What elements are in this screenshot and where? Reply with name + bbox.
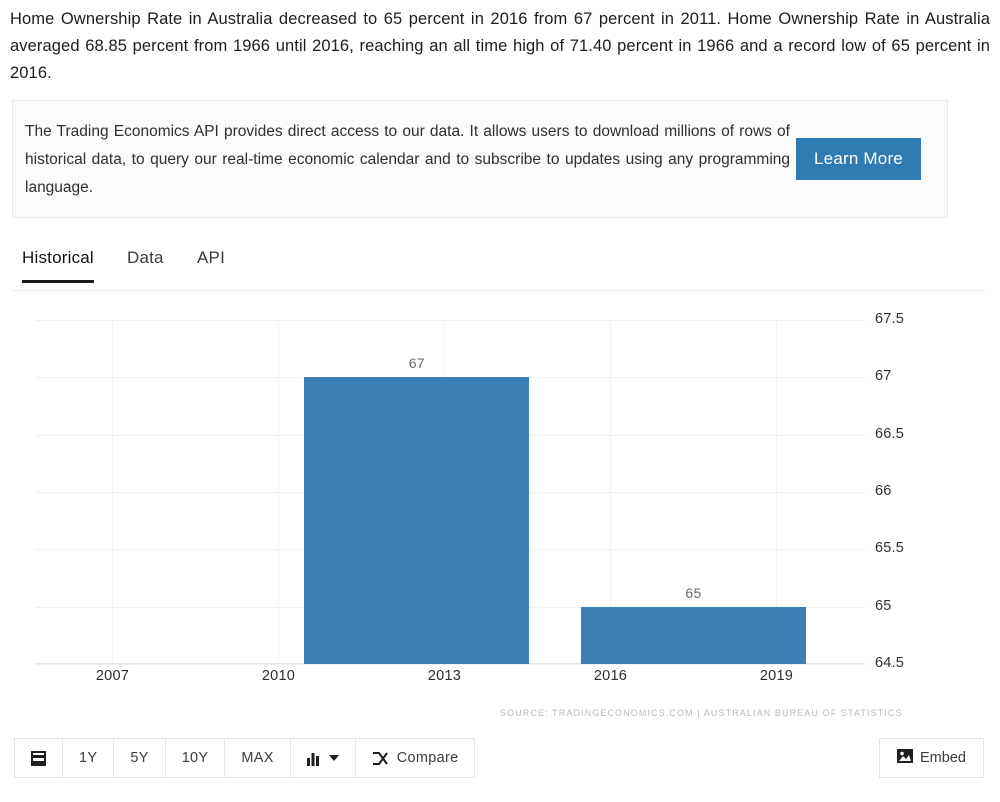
bar-chart-icon (306, 751, 324, 766)
range-button-1y[interactable]: 1Y (63, 739, 115, 777)
shuffle-icon (372, 751, 389, 766)
tab-bar: Historical Data API (12, 248, 985, 291)
chart-gridline-h (35, 664, 865, 665)
api-promo-text: The Trading Economics API provides direc… (25, 123, 790, 196)
chart-source-note: SOURCE: TRADINGECONOMICS.COM | AUSTRALIA… (500, 708, 903, 718)
chart-bar[interactable] (304, 377, 530, 664)
chart-y-tick-label: 65.5 (875, 540, 905, 557)
chart-x-tick-label: 2016 (593, 668, 627, 684)
chevron-down-icon (328, 754, 339, 762)
range-button-10y[interactable]: 10Y (165, 739, 226, 777)
chart-x-tick-label: 2010 (261, 668, 295, 684)
tab-data[interactable]: Data (127, 248, 164, 280)
chart-y-tick-label: 67.5 (875, 311, 905, 327)
calendar-icon (31, 750, 46, 766)
chart-x-tick-label: 2013 (427, 668, 461, 684)
chart-gridline-v (278, 320, 280, 664)
range-button-max[interactable]: MAX (225, 739, 291, 777)
chart-y-tick-label: 66 (875, 483, 892, 499)
chart-x-tick-label: 2019 (759, 668, 793, 684)
chart-plot-area[interactable]: 67 65 (35, 320, 865, 665)
api-promo-box: The Trading Economics API provides direc… (12, 100, 948, 218)
tab-api[interactable]: API (197, 248, 225, 280)
chart-y-tick-label: 66.5 (875, 425, 905, 442)
chart-toolbar: 1Y 5Y 10Y MAX Compare (14, 738, 476, 778)
chart-bar-value-label: 65 (685, 584, 702, 601)
chart-y-tick-label: 65 (875, 597, 892, 614)
calendar-range-button[interactable] (15, 739, 63, 777)
compare-label: Compare (396, 750, 459, 766)
embed-button[interactable]: Embed (879, 738, 984, 778)
chart-type-dropdown[interactable] (290, 739, 356, 777)
embed-label: Embed (920, 750, 966, 766)
chart-x-tick-label: 2007 (95, 668, 129, 684)
chart-gridline-h (35, 320, 865, 321)
compare-button[interactable]: Compare (355, 739, 475, 777)
chart-y-tick-label: 67 (875, 368, 892, 385)
image-icon (897, 749, 914, 767)
chart-bar[interactable] (580, 606, 806, 664)
learn-more-button[interactable]: Learn More (796, 138, 921, 180)
chart-y-tick-label: 64.5 (875, 655, 905, 671)
tab-historical[interactable]: Historical (22, 248, 94, 283)
chart-container[interactable]: 67 65 67.5 67 66.5 66 65.5 65 64.5 2007 2010 2013… (0, 300, 1000, 730)
chart-gridline-v (112, 320, 114, 664)
page-description: Home Ownership Rate in Australia decreas… (10, 10, 990, 82)
chart-bar-value-label: 67 (408, 355, 425, 372)
range-button-5y[interactable]: 5Y (114, 739, 166, 777)
